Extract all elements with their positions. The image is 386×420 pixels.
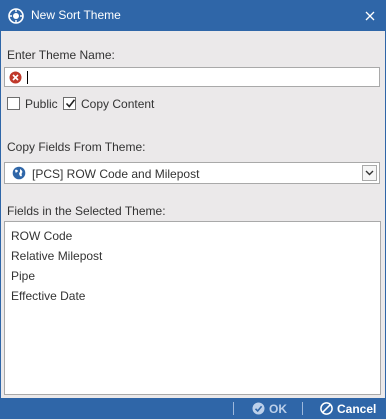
globe-icon [12, 166, 26, 180]
list-item[interactable]: ROW Code [11, 229, 72, 243]
public-label: Public [25, 97, 58, 111]
fields-list[interactable]: ROW Code Relative Milepost Pipe Effectiv… [4, 221, 381, 395]
dropdown-selected-value: [PCS] ROW Code and Milepost [32, 167, 200, 181]
chevron-down-icon [365, 170, 374, 176]
check-circle-icon [252, 402, 265, 415]
ok-button[interactable]: OK [252, 400, 287, 417]
fields-label: Fields in the Selected Theme: [7, 204, 166, 218]
theme-name-label: Enter Theme Name: [7, 48, 115, 62]
close-button[interactable] [358, 4, 382, 27]
copy-content-checkbox[interactable] [63, 97, 76, 110]
footer-bar: OK Cancel [1, 398, 385, 419]
ok-label: OK [269, 401, 287, 416]
copy-fields-dropdown[interactable]: [PCS] ROW Code and Milepost [4, 162, 380, 184]
error-icon [9, 71, 22, 84]
list-item[interactable]: Pipe [11, 269, 35, 283]
list-item[interactable]: Effective Date [11, 289, 85, 303]
copy-content-label: Copy Content [81, 97, 155, 111]
divider [233, 402, 234, 415]
public-checkbox[interactable] [7, 97, 20, 110]
dropdown-button[interactable] [362, 165, 377, 181]
cancel-icon [320, 402, 333, 415]
list-item[interactable]: Relative Milepost [11, 249, 102, 263]
theme-name-input[interactable] [4, 67, 380, 87]
cancel-button[interactable]: Cancel [320, 400, 376, 417]
text-caret [27, 71, 28, 84]
window-title: New Sort Theme [31, 8, 121, 22]
title-bar: New Sort Theme [0, 0, 386, 31]
checkmark-icon [65, 99, 76, 108]
close-icon [365, 11, 375, 20]
divider [302, 402, 303, 415]
cancel-label: Cancel [337, 401, 377, 416]
app-icon [8, 8, 24, 24]
copy-fields-label: Copy Fields From Theme: [7, 140, 146, 154]
